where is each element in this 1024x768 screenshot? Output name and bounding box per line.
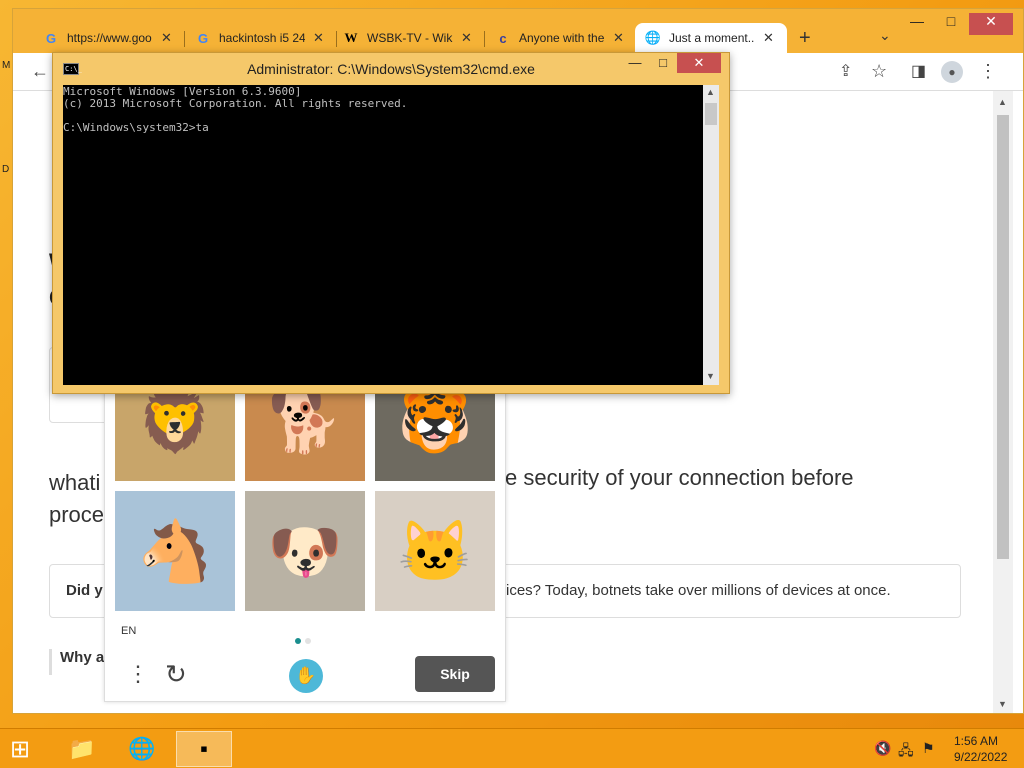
tab-anyone[interactable]: c Anyone with the ✕ — [485, 23, 637, 53]
tab-title: Anyone with the — [519, 31, 605, 45]
google-icon: G — [197, 30, 209, 46]
scroll-thumb[interactable] — [997, 115, 1009, 559]
scroll-down-arrow-icon[interactable]: ▼ — [706, 371, 715, 381]
back-arrow-icon[interactable]: ← — [31, 61, 49, 82]
horse-image: 🐴 — [137, 517, 213, 585]
main-text-left-line2: proce — [49, 502, 105, 527]
beagle-image: 🐶 — [267, 517, 343, 585]
profile-avatar-icon[interactable]: ● — [941, 61, 963, 83]
tab-strip: G https://www.goo ✕ G hackintosh i5 24 ✕… — [13, 9, 1023, 53]
desktop-edge-label: M — [2, 60, 11, 71]
wikipedia-icon: W — [344, 30, 358, 45]
windows-start-icon[interactable]: ⊞ — [10, 738, 38, 762]
tab-hackintosh[interactable]: G hackintosh i5 24 ✕ — [185, 23, 337, 53]
refresh-icon[interactable]: ↻ — [165, 659, 187, 690]
file-explorer-icon[interactable]: 📁 — [54, 731, 110, 767]
network-icon[interactable]: 🖧 — [898, 740, 914, 764]
page-indicator — [295, 631, 315, 649]
maximize-button[interactable]: □ — [933, 13, 969, 35]
cmd-close-button[interactable]: ✕ — [677, 53, 721, 73]
google-icon: G — [45, 30, 57, 46]
desktop-edge-label: D — [2, 164, 10, 175]
tab-google-search[interactable]: G https://www.goo ✕ — [33, 23, 185, 53]
close-window-button[interactable]: ✕ — [969, 13, 1013, 35]
scroll-up-arrow-icon[interactable]: ▲ — [998, 97, 1007, 107]
minimize-button[interactable]: — — [899, 13, 935, 35]
hcaptcha-challenge: 🦁 🐕 🐯 🐴 🐶 🐱 EN ⋮ ↻ ✋ Skip — [104, 361, 506, 702]
console-output[interactable]: Microsoft Windows [Version 6.3.9600] (c)… — [63, 85, 703, 385]
close-tab-icon[interactable]: ✕ — [461, 30, 472, 46]
did-you-know-label: Did y — [66, 582, 103, 599]
page-dot-active — [295, 638, 301, 644]
close-tab-icon[interactable]: ✕ — [613, 30, 624, 46]
tab-title: Just a moment... — [669, 31, 755, 45]
captcha-menu-icon[interactable]: ⋮ — [127, 661, 149, 687]
tab-wikipedia[interactable]: W WSBK-TV - Wiki ✕ — [333, 23, 485, 53]
cmd-scrollbar[interactable]: ▲ ▼ — [703, 85, 719, 385]
close-tab-icon[interactable]: ✕ — [763, 30, 774, 46]
cmd-taskbar-icon[interactable]: ▪ — [176, 731, 232, 767]
tab-title: https://www.goo — [67, 31, 152, 45]
main-text-left: whati — [49, 470, 101, 495]
bookmark-star-icon[interactable]: ☆ — [871, 61, 887, 82]
scroll-up-arrow-icon[interactable]: ▲ — [706, 87, 715, 97]
main-text-right: e security of your connection before — [505, 465, 854, 490]
new-tab-button[interactable]: + — [799, 27, 811, 50]
clock-time[interactable]: 1:56 AM — [954, 734, 998, 748]
menu-kebab-icon[interactable]: ⋮ — [979, 61, 997, 82]
console-line: (c) 2013 Microsoft Corporation. All righ… — [63, 97, 408, 110]
share-icon[interactable]: ⇪ — [839, 61, 852, 81]
did-you-know-text: ices? Today, botnets take over millions … — [506, 582, 891, 599]
action-center-flag-icon[interactable]: ⚑ — [922, 740, 935, 757]
cmd-maximize-button[interactable]: □ — [649, 55, 677, 75]
cat-image: 🐱 — [397, 517, 473, 585]
skip-button[interactable]: Skip — [415, 656, 495, 692]
taskbar: ⊞ 📁 🌐 ▪ 🔇 🖧 ⚑ 1:56 AM 9/22/2022 — [0, 728, 1024, 768]
tab-title: WSBK-TV - Wiki — [367, 31, 453, 45]
page-dot — [305, 638, 311, 644]
captcha-tile-cat[interactable]: 🐱 — [375, 491, 495, 611]
captcha-tile-horse[interactable]: 🐴 — [115, 491, 235, 611]
site-icon: c — [499, 30, 507, 46]
close-tab-icon[interactable]: ✕ — [313, 30, 324, 46]
clock-date[interactable]: 9/22/2022 — [954, 750, 1007, 764]
side-panel-icon[interactable]: ◨ — [911, 61, 926, 81]
tab-title: hackintosh i5 24 — [219, 31, 305, 45]
tab-search-chevron-icon[interactable]: ⌄ — [879, 27, 891, 44]
cmd-minimize-button[interactable]: — — [621, 55, 649, 75]
globe-icon: 🌐 — [644, 30, 662, 45]
hcaptcha-logo-icon: ✋ — [289, 659, 323, 693]
chrome-icon[interactable]: 🌐 — [114, 731, 170, 767]
why-am-i-seeing-this[interactable]: Why a — [49, 649, 104, 675]
volume-muted-icon[interactable]: 🔇 — [874, 740, 891, 757]
scroll-down-arrow-icon[interactable]: ▼ — [998, 699, 1007, 709]
captcha-tile-beagle[interactable]: 🐶 — [245, 491, 365, 611]
cmd-scroll-thumb[interactable] — [705, 103, 717, 125]
close-tab-icon[interactable]: ✕ — [161, 30, 172, 46]
cmd-window: C:\_ Administrator: C:\Windows\System32\… — [52, 52, 730, 394]
tab-just-a-moment[interactable]: 🌐 Just a moment... ✕ — [635, 23, 787, 53]
page-scrollbar[interactable]: ▲ ▼ — [993, 91, 1013, 713]
language-selector[interactable]: EN — [121, 625, 136, 637]
console-prompt-line: C:\Windows\system32>ta — [63, 121, 209, 134]
